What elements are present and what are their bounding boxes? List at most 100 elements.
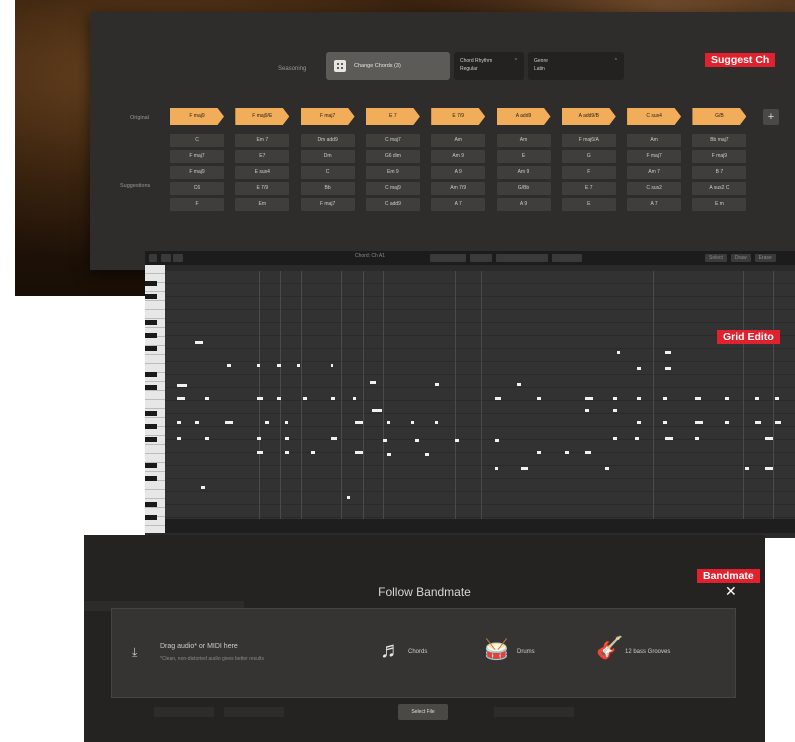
midi-note[interactable]	[455, 439, 459, 442]
suggested-chord[interactable]: Em 7	[235, 134, 290, 147]
suggested-chord[interactable]: F maj9	[692, 150, 747, 163]
midi-note[interactable]	[347, 496, 350, 499]
midi-note[interactable]	[355, 421, 363, 424]
midi-note[interactable]	[311, 451, 315, 454]
midi-note[interactable]	[495, 397, 501, 400]
midi-note[interactable]	[765, 437, 773, 440]
midi-note[interactable]	[613, 397, 617, 400]
midi-note[interactable]	[665, 351, 671, 354]
midi-note[interactable]	[517, 383, 521, 386]
suggested-chord[interactable]: Am	[496, 134, 551, 147]
midi-note[interactable]	[277, 364, 281, 367]
midi-note[interactable]	[303, 397, 307, 400]
suggested-chord[interactable]: Em	[235, 198, 290, 211]
midi-note[interactable]	[613, 437, 617, 440]
midi-note[interactable]	[695, 421, 703, 424]
draw-tool-button[interactable]: Draw	[730, 254, 751, 262]
black-key[interactable]	[145, 333, 157, 338]
midi-note[interactable]	[201, 486, 205, 489]
midi-note[interactable]	[755, 397, 759, 400]
midi-note[interactable]	[775, 397, 779, 400]
original-chord[interactable]: F maj9	[170, 108, 224, 125]
black-key[interactable]	[145, 411, 157, 416]
suggested-chord[interactable]: B 7	[692, 166, 747, 179]
midi-note[interactable]	[637, 367, 641, 370]
suggested-chord[interactable]: Am 9	[431, 150, 486, 163]
midi-note[interactable]	[257, 397, 263, 400]
note-grid[interactable]	[165, 271, 795, 533]
midi-note[interactable]	[605, 467, 609, 470]
genre-select[interactable]: Genre Latin ⌃	[528, 52, 624, 80]
black-key[interactable]	[145, 463, 157, 468]
midi-note[interactable]	[565, 451, 569, 454]
drop-zone[interactable]: ⤓ Drag audio* or MIDI here *Clean, non-d…	[111, 608, 736, 698]
original-chord[interactable]: C sus4	[627, 108, 682, 125]
suggested-chord[interactable]: F maj9	[170, 166, 224, 179]
midi-note[interactable]	[435, 383, 439, 386]
black-key[interactable]	[145, 346, 157, 351]
change-chords-button[interactable]: Change Chords (3)	[326, 52, 450, 80]
midi-note[interactable]	[695, 437, 699, 440]
midi-note[interactable]	[195, 421, 199, 424]
midi-note[interactable]	[495, 467, 498, 470]
midi-note[interactable]	[297, 364, 300, 367]
grooves-option-label[interactable]: 12 bass Grooves	[625, 649, 670, 655]
suggested-chord[interactable]: Bb maj7	[692, 134, 747, 147]
suggested-chord[interactable]: E7	[235, 150, 290, 163]
midi-note[interactable]	[613, 409, 617, 412]
midi-note[interactable]	[725, 397, 729, 400]
grid-menu-button[interactable]	[149, 254, 157, 262]
midi-note[interactable]	[585, 409, 589, 412]
midi-note[interactable]	[372, 409, 382, 412]
original-chord[interactable]: F maj9/E	[235, 108, 290, 125]
midi-note[interactable]	[331, 437, 337, 440]
original-chord[interactable]: E 7	[365, 108, 420, 125]
midi-note[interactable]	[177, 437, 181, 440]
midi-note[interactable]	[525, 467, 528, 470]
black-key[interactable]	[145, 372, 157, 377]
midi-note[interactable]	[725, 421, 729, 424]
midi-note[interactable]	[775, 421, 781, 424]
grid-back-button[interactable]	[161, 254, 171, 262]
midi-note[interactable]	[331, 364, 333, 367]
grid-option-button[interactable]	[496, 254, 548, 262]
suggested-chord[interactable]: C	[300, 166, 355, 179]
midi-note[interactable]	[665, 367, 671, 370]
midi-note[interactable]	[387, 453, 391, 456]
midi-note[interactable]	[285, 421, 288, 424]
midi-note[interactable]	[370, 381, 376, 384]
suggested-chord[interactable]: E 7/9	[235, 182, 290, 195]
suggested-chord[interactable]: Am	[431, 134, 486, 147]
black-key[interactable]	[145, 515, 157, 520]
midi-note[interactable]	[695, 397, 701, 400]
black-key[interactable]	[145, 281, 157, 286]
suggested-chord[interactable]: A 9	[496, 198, 551, 211]
midi-note[interactable]	[435, 421, 438, 424]
suggested-chord[interactable]: F	[170, 198, 224, 211]
midi-note[interactable]	[265, 421, 269, 424]
grid-option-button[interactable]	[470, 254, 492, 262]
midi-note[interactable]	[331, 397, 335, 400]
midi-note[interactable]	[227, 364, 231, 367]
midi-note[interactable]	[285, 451, 289, 454]
midi-note[interactable]	[195, 341, 203, 344]
suggested-chord[interactable]: F	[561, 166, 616, 179]
midi-note[interactable]	[495, 439, 499, 442]
suggested-chord[interactable]: F maj7	[170, 150, 224, 163]
midi-note[interactable]	[665, 437, 673, 440]
original-chord[interactable]: A add9/B	[561, 108, 616, 125]
suggested-chord[interactable]: Am 7/9	[431, 182, 486, 195]
suggested-chord[interactable]: E	[496, 150, 551, 163]
suggested-chord[interactable]: E m	[692, 198, 747, 211]
close-icon[interactable]: ✕	[725, 583, 737, 600]
suggested-chord[interactable]: C sus2	[627, 182, 682, 195]
midi-note[interactable]	[277, 397, 281, 400]
suggested-chord[interactable]: A 9	[431, 166, 486, 179]
suggested-chord[interactable]: G6 dim	[365, 150, 420, 163]
suggested-chord[interactable]: E sus4	[235, 166, 290, 179]
suggested-chord[interactable]: Dm	[300, 150, 355, 163]
original-chord[interactable]: A add9	[496, 108, 551, 125]
midi-note[interactable]	[285, 437, 289, 440]
grid-forward-button[interactable]	[173, 254, 183, 262]
black-key[interactable]	[145, 424, 157, 429]
